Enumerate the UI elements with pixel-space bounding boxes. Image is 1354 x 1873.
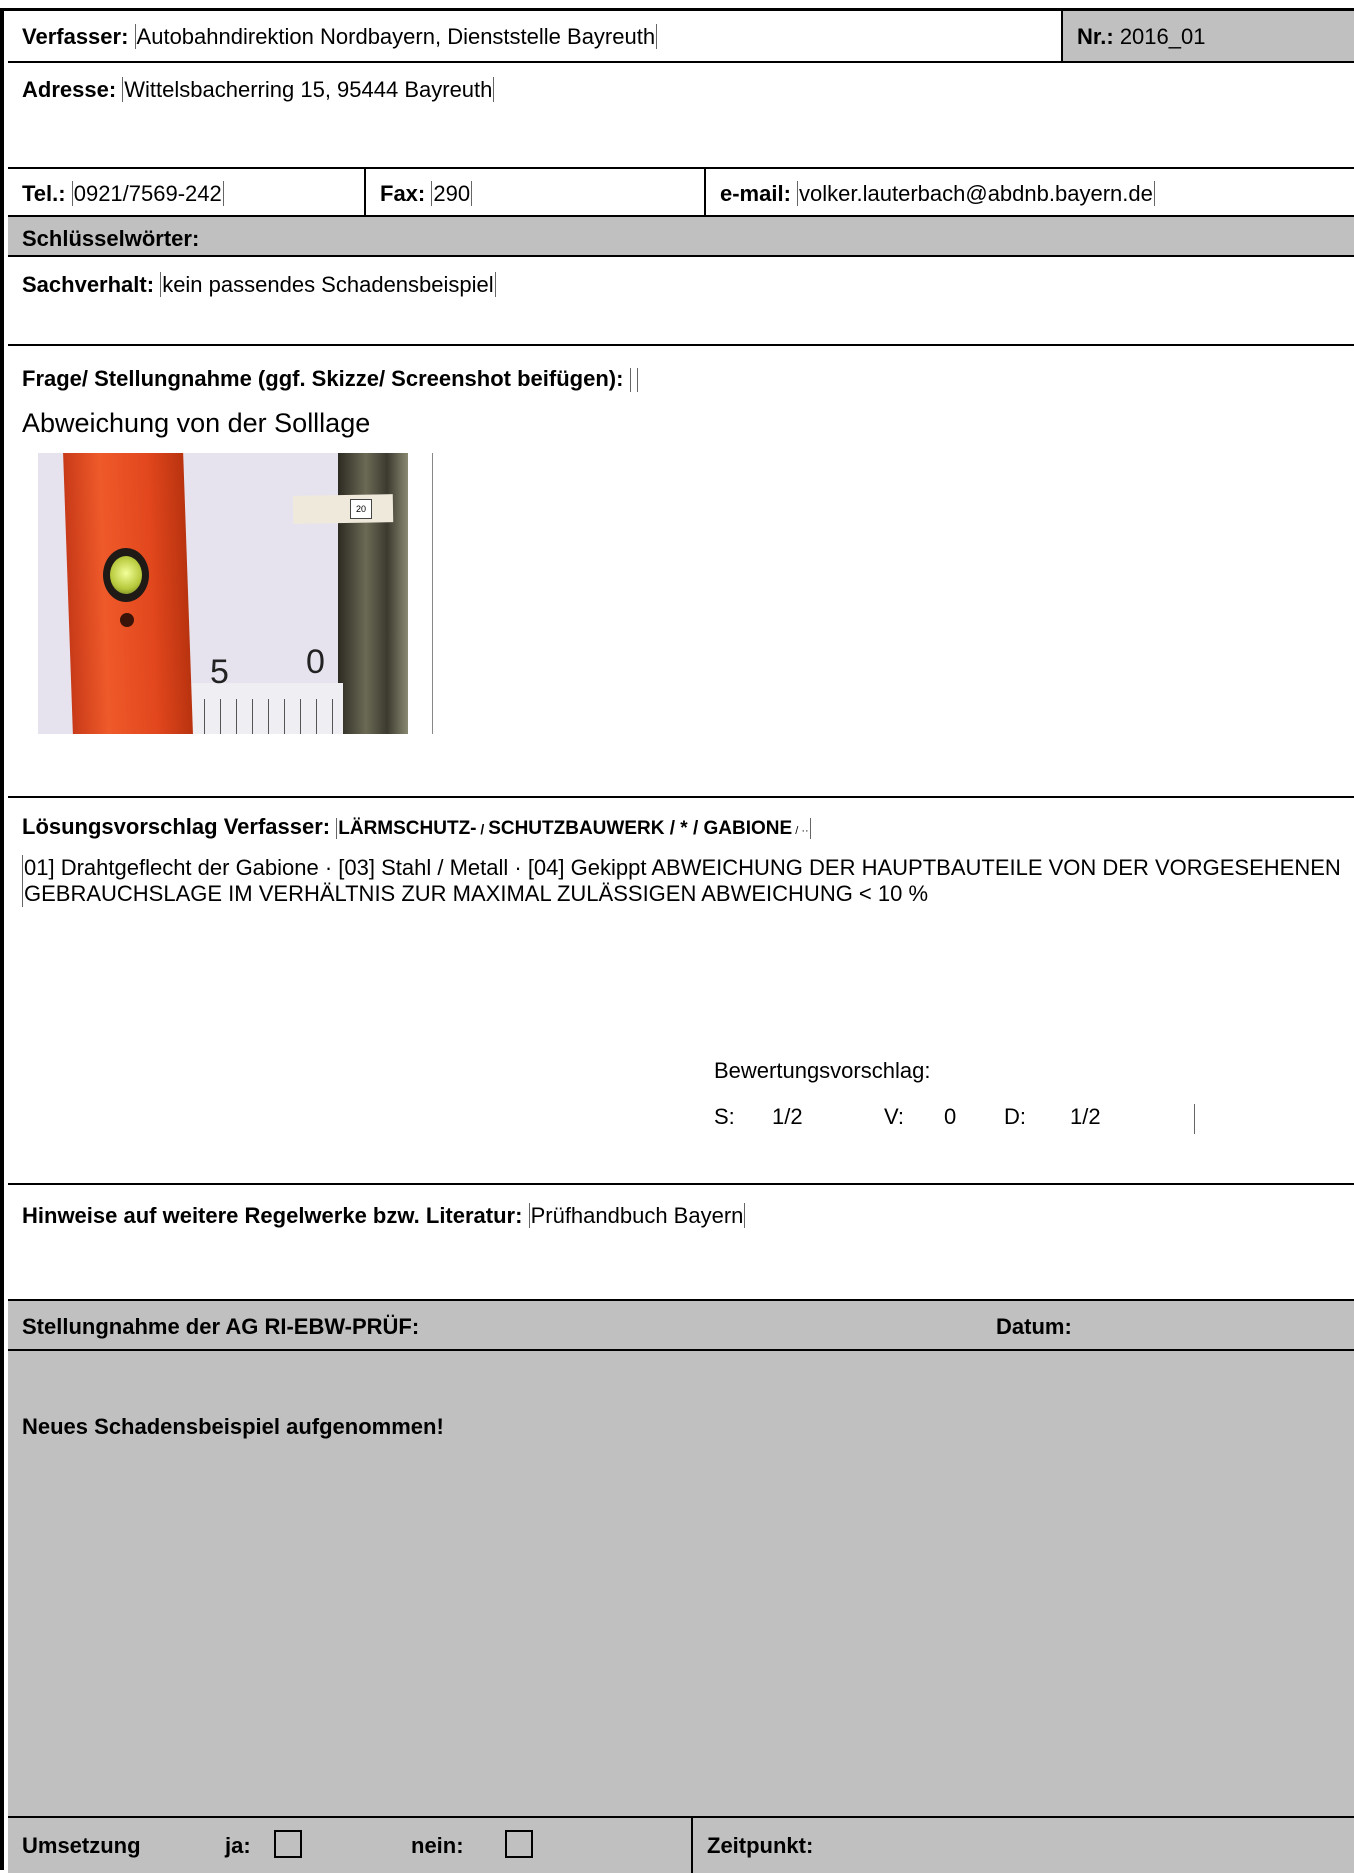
loesung-label: Lösungsvorschlag Verfasser: xyxy=(22,814,331,839)
row-loesung: Lösungsvorschlag Verfasser: LÄRMSCHUTZ- … xyxy=(8,798,1354,1185)
frage-label: Frage/ Stellungnahme (ggf. Skizze/ Scree… xyxy=(22,366,624,391)
tel-label: Tel.: xyxy=(22,181,66,206)
adresse-label: Adresse: xyxy=(22,77,117,102)
fax-cell: Fax: 290 xyxy=(366,169,706,215)
datum-label: Datum: xyxy=(996,1314,1072,1339)
loesung-value-2: SCHUTZBAUWERK / * / GABIONE xyxy=(488,818,793,839)
tel-field[interactable]: 0921/7569-242 xyxy=(71,181,224,206)
verfasser-field[interactable]: Autobahndirektion Nordbayern, Dienststel… xyxy=(134,24,658,49)
row-ag-header: Stellungnahme der AG RI-EBW-PRÜF: Datum: xyxy=(8,1301,1354,1351)
level-photo: 20 5 0 xyxy=(38,453,408,734)
row-ag-body: Neues Schadensbeispiel aufgenommen! xyxy=(8,1351,1354,1818)
zeitpunkt-label: Zeitpunkt: xyxy=(707,1833,814,1858)
nr-cell: Nr.: 2016_01 xyxy=(1063,11,1354,61)
loesung-sep-1: / xyxy=(476,821,489,837)
fax-field[interactable]: 290 xyxy=(431,181,473,206)
umsetzung-label: Umsetzung xyxy=(22,1833,141,1858)
photo-scale-right: 0 xyxy=(306,643,325,681)
row-hinweise: Hinweise auf weitere Regelwerke bzw. Lit… xyxy=(8,1185,1354,1301)
v-label: V: xyxy=(884,1104,904,1129)
form-sheet: Verfasser: Autobahndirektion Nordbayern,… xyxy=(0,8,1354,1873)
loesung-sep-2: / ·· xyxy=(792,825,809,837)
s-value: 1/2 xyxy=(772,1104,803,1129)
email-label: e-mail: xyxy=(720,181,791,206)
verfasser-label: Verfasser: xyxy=(22,24,129,49)
d-value: 1/2 xyxy=(1070,1104,1101,1129)
loesung-value-1: LÄRMSCHUTZ- xyxy=(338,818,477,839)
nein-label: nein: xyxy=(411,1833,464,1858)
scale-ticks xyxy=(188,699,338,734)
photo-tag: 20 xyxy=(350,499,372,519)
email-field[interactable]: volker.lauterbach@abdnb.bayern.de xyxy=(797,181,1155,206)
v-value: 0 xyxy=(944,1104,957,1129)
nr-value: 2016_01 xyxy=(1119,24,1206,49)
umsetzung-cell: Umsetzung ja: nein: xyxy=(8,1818,693,1873)
loesung-field[interactable]: LÄRMSCHUTZ- / SCHUTZBAUWERK / * / GABION… xyxy=(336,818,811,839)
fax-label: Fax: xyxy=(380,181,426,206)
nein-checkbox[interactable] xyxy=(505,1830,533,1859)
bewertung-values[interactable]: S: 1/2 V: 0 D: 1/2 xyxy=(714,1104,1195,1134)
row-adresse: Adresse: Wittelsbacherring 15, 95444 Bay… xyxy=(8,63,1354,169)
s-label: S: xyxy=(714,1104,735,1129)
row-sachverhalt: Sachverhalt: kein passendes Schadensbeis… xyxy=(8,257,1354,346)
verfasser-cell: Verfasser: Autobahndirektion Nordbayern,… xyxy=(8,11,1063,61)
row-schluesselwoerter: Schlüsselwörter: xyxy=(8,217,1354,257)
ja-label: ja: xyxy=(225,1833,251,1858)
row-verfasser: Verfasser: Autobahndirektion Nordbayern,… xyxy=(8,11,1354,63)
sachverhalt-field[interactable]: kein passendes Schadensbeispiel xyxy=(160,272,496,297)
sachverhalt-label: Sachverhalt: xyxy=(22,272,155,297)
adresse-field[interactable]: Wittelsbacherring 15, 95444 Bayreuth xyxy=(122,77,495,102)
hinweise-field[interactable]: Prüfhandbuch Bayern xyxy=(528,1203,746,1228)
photo-scale-left: 5 xyxy=(210,653,229,691)
row-frage: Frage/ Stellungnahme (ggf. Skizze/ Scree… xyxy=(8,346,1354,798)
d-label: D: xyxy=(1004,1104,1026,1129)
row-umsetzung: Umsetzung ja: nein: Zeitpunkt: xyxy=(8,1818,1354,1873)
photo-frame: 20 5 0 xyxy=(38,453,433,734)
ag-statement: Neues Schadensbeispiel aufgenommen! xyxy=(22,1414,444,1439)
tel-cell: Tel.: 0921/7569-242 xyxy=(8,169,366,215)
frage-field[interactable] xyxy=(629,368,638,393)
bewertung-label: Bewertungsvorschlag: xyxy=(714,1058,931,1083)
nr-label: Nr.: xyxy=(1077,24,1114,49)
zeitpunkt-cell: Zeitpunkt: xyxy=(693,1818,1354,1873)
loesung-body[interactable]: 01] Drahtgeflecht der Gabione · [03] Sta… xyxy=(22,855,1342,907)
schluesselwoerter-label: Schlüsselwörter: xyxy=(22,226,200,251)
ag-label: Stellungnahme der AG RI-EBW-PRÜF: xyxy=(22,1314,420,1339)
frage-text: Abweichung von der Solllage xyxy=(22,408,371,438)
email-cell: e-mail: volker.lauterbach@abdnb.bayern.d… xyxy=(706,169,1354,215)
row-contact: Tel.: 0921/7569-242 Fax: 290 e-mail: vol… xyxy=(8,169,1354,217)
ja-checkbox[interactable] xyxy=(274,1830,302,1859)
hinweise-label: Hinweise auf weitere Regelwerke bzw. Lit… xyxy=(22,1203,523,1228)
